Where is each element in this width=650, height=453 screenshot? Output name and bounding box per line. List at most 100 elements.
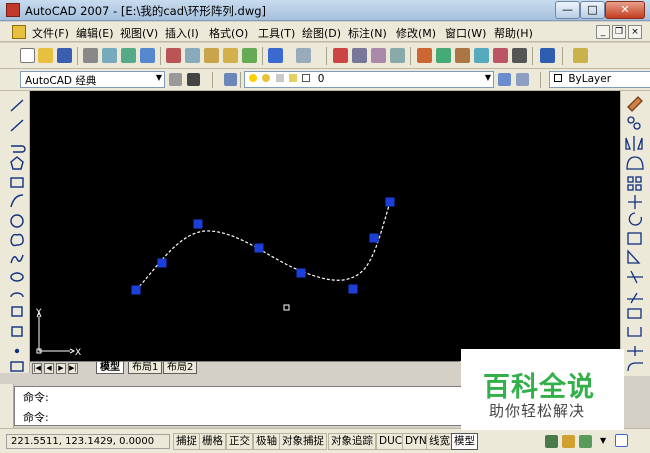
menu-help[interactable]: 帮助(H) — [494, 25, 533, 41]
layer-combo[interactable]: 0 ▼ — [244, 71, 494, 88]
undo-icon[interactable] — [268, 48, 283, 63]
rotate-icon[interactable] — [628, 212, 642, 226]
trim-icon[interactable] — [627, 270, 643, 284]
clean-screen-icon[interactable] — [615, 434, 628, 447]
doc-restore-button[interactable]: ❐ — [612, 25, 626, 39]
tab-layout2[interactable]: 布局2 — [163, 362, 198, 374]
rectangle-tool-icon[interactable] — [10, 177, 24, 188]
ellipse-arc-icon[interactable] — [10, 292, 24, 298]
menu-format[interactable]: 格式(O) — [209, 25, 248, 41]
pan-icon[interactable] — [333, 48, 348, 63]
properties-icon[interactable] — [417, 48, 432, 63]
grip-point[interactable] — [193, 219, 203, 229]
color-combo[interactable]: ByLayer — [549, 71, 650, 88]
grid-toggle[interactable]: 栅格 — [199, 433, 226, 450]
grip-point[interactable] — [131, 285, 141, 295]
grip-point[interactable] — [385, 197, 395, 207]
status-menu-arrow-icon[interactable]: ▼ — [600, 436, 606, 445]
next-tab-button[interactable]: ▶ — [56, 363, 66, 374]
drawing-area[interactable]: Y X — [30, 91, 620, 361]
scale-icon[interactable] — [627, 232, 642, 245]
copy-object-icon[interactable] — [627, 116, 635, 124]
polygon-tool-icon[interactable] — [10, 156, 24, 170]
hatch-tool-icon[interactable] — [10, 361, 24, 372]
command-prompt[interactable]: 命令: — [23, 409, 49, 425]
point-tool-icon[interactable] — [14, 348, 20, 354]
stretch-icon[interactable] — [627, 249, 641, 264]
print-icon[interactable] — [83, 48, 98, 63]
otrack-toggle[interactable]: 对象追踪 — [328, 433, 376, 450]
maximize-button[interactable]: □ — [580, 1, 605, 19]
join-icon[interactable] — [627, 327, 642, 337]
grip-point[interactable] — [296, 268, 306, 278]
grip-point[interactable] — [254, 243, 264, 253]
arc-tool-icon[interactable] — [10, 194, 24, 208]
revision-cloud-icon[interactable] — [10, 233, 24, 247]
open-file-icon[interactable] — [38, 48, 53, 63]
menu-draw[interactable]: 绘图(D) — [302, 25, 341, 41]
new-file-icon[interactable] — [20, 48, 35, 63]
mirror-icon[interactable] — [625, 136, 643, 151]
design-center-icon[interactable] — [436, 48, 451, 63]
model-paper-toggle[interactable]: 模型 — [451, 433, 478, 450]
offset-icon[interactable] — [626, 156, 644, 170]
grip-point[interactable] — [369, 233, 379, 243]
help-icon[interactable] — [540, 48, 555, 63]
calculator-icon[interactable] — [512, 48, 527, 63]
3d-dwf-icon[interactable] — [140, 48, 155, 63]
close-button[interactable]: ✕ — [605, 1, 645, 19]
menu-tools[interactable]: 工具(T) — [258, 25, 295, 41]
paste-icon[interactable] — [204, 48, 219, 63]
tab-model[interactable]: 模型 — [96, 362, 124, 374]
command-line-grip[interactable] — [0, 384, 14, 428]
menu-window[interactable]: 窗口(W) — [445, 25, 486, 41]
prev-tab-button[interactable]: ◀ — [44, 363, 54, 374]
ortho-toggle[interactable]: 正交 — [226, 433, 253, 450]
doc-close-button[interactable]: × — [628, 25, 642, 39]
lineweight-toggle[interactable]: 线宽 — [426, 433, 453, 450]
annotation-scale-icon[interactable] — [545, 435, 558, 448]
publish-icon[interactable] — [121, 48, 136, 63]
copy-icon[interactable] — [185, 48, 200, 63]
drawing-canvas[interactable]: Y X — [30, 91, 620, 361]
cut-icon[interactable] — [166, 48, 181, 63]
move-icon[interactable] — [628, 195, 642, 209]
workspace-combo[interactable]: AutoCAD 经典 ▼ — [20, 71, 165, 88]
fillet-icon[interactable] — [627, 362, 643, 372]
polar-toggle[interactable]: 极轴 — [253, 433, 280, 450]
grip-point[interactable] — [348, 284, 358, 294]
minimize-button[interactable]: — — [555, 1, 580, 19]
doc-minimize-button[interactable]: _ — [596, 25, 610, 39]
break-icon[interactable] — [627, 308, 642, 319]
coordinate-display[interactable]: 221.5511, 123.1429, 0.0000 — [6, 434, 170, 449]
menu-dimension[interactable]: 标注(N) — [348, 25, 387, 41]
tab-layout1[interactable]: 布局1 — [128, 362, 163, 374]
insert-block-icon[interactable] — [11, 306, 23, 317]
ellipse-tool-icon[interactable] — [10, 272, 24, 282]
menu-edit[interactable]: 编辑(E) — [76, 25, 114, 41]
zoom-window-icon[interactable] — [371, 48, 386, 63]
text-style-icon[interactable] — [573, 48, 588, 63]
autocad-app-icon[interactable] — [6, 3, 20, 17]
save-workspace-icon[interactable] — [187, 73, 200, 86]
redo-icon[interactable] — [296, 48, 311, 63]
plot-preview-icon[interactable] — [102, 48, 117, 63]
save-icon[interactable] — [57, 48, 72, 63]
osnap-toggle[interactable]: 对象捕捉 — [279, 433, 327, 450]
layer-manager-icon[interactable] — [224, 73, 237, 86]
array-icon[interactable] — [627, 176, 634, 183]
construction-line-icon[interactable] — [10, 119, 24, 132]
extend-icon[interactable] — [627, 292, 643, 304]
sheet-set-icon[interactable] — [474, 48, 489, 63]
menu-insert[interactable]: 插入(I) — [165, 25, 199, 41]
block-editor-icon[interactable] — [242, 48, 257, 63]
lock-icon[interactable] — [562, 435, 575, 448]
menu-view[interactable]: 视图(V) — [120, 25, 158, 41]
snap-toggle[interactable]: 捕捉 — [173, 433, 200, 450]
communication-center-icon[interactable] — [579, 435, 592, 448]
zoom-realtime-icon[interactable] — [352, 48, 367, 63]
document-icon[interactable] — [12, 25, 26, 39]
match-properties-icon[interactable] — [223, 48, 238, 63]
menu-file[interactable]: 文件(F) — [32, 25, 69, 41]
chamfer-icon[interactable] — [627, 346, 643, 356]
